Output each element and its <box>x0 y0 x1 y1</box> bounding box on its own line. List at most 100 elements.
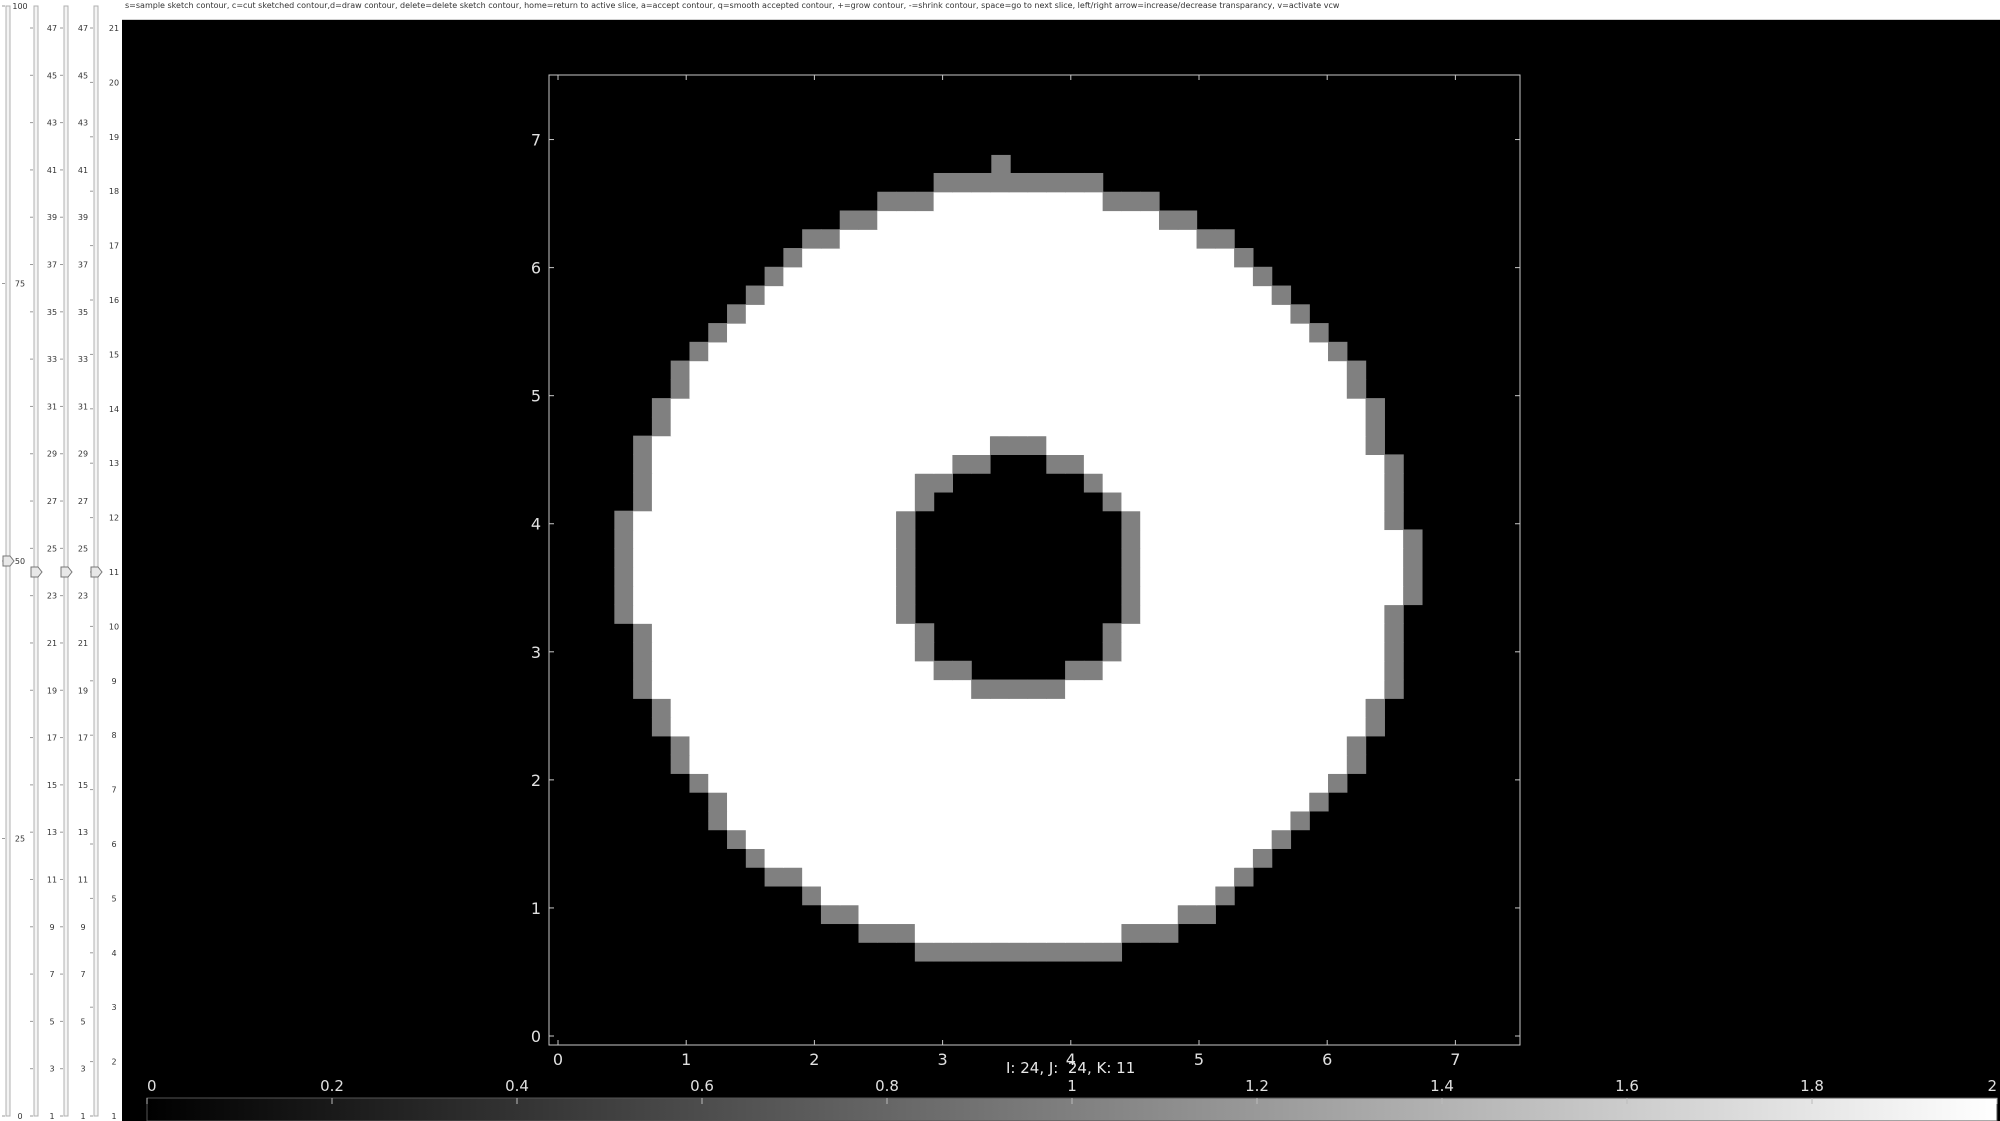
ring-pixel <box>1252 379 1273 399</box>
ring-pixel <box>1121 248 1141 268</box>
ring-pixel <box>971 810 991 831</box>
ring-pixel <box>1328 473 1348 493</box>
contour-pixel <box>689 341 709 362</box>
contour-pixel <box>1403 566 1423 587</box>
ring-pixel <box>1008 341 1029 362</box>
contour-pixel <box>651 717 672 737</box>
image-viewer[interactable]: 0 1 2 3 4 5 6 7 0 1 2 3 4 5 6 7 0 0.2 0.4 0.6 0.8 1 1.2 1.4 1.6 1… <box>122 20 2000 1121</box>
y-tick-label: 4 <box>531 515 541 534</box>
ring-pixel <box>1252 698 1273 718</box>
ring-pixel <box>764 398 784 418</box>
ring-pixel <box>839 266 860 287</box>
ring-pixel <box>858 792 878 812</box>
ring-pixel <box>745 416 766 437</box>
ring-pixel <box>1102 266 1123 287</box>
ring-pixel <box>839 885 860 906</box>
slider-rail-slice[interactable] <box>93 5 99 1117</box>
slider-tick-label: 39 <box>47 213 57 222</box>
ring-pixel <box>1252 360 1273 380</box>
ring-pixel <box>877 435 897 455</box>
slider-handle-window-b[interactable] <box>60 566 73 578</box>
ring-pixel <box>783 285 803 305</box>
ring-pixel <box>1290 754 1310 774</box>
ring-pixel <box>1008 285 1029 305</box>
ring-pixel <box>1328 529 1348 549</box>
ring-pixel <box>1290 623 1310 643</box>
ring-pixel <box>802 810 822 831</box>
ring-pixel <box>1309 717 1329 737</box>
ring-pixel <box>1309 585 1329 606</box>
ring-pixel <box>1140 754 1160 774</box>
ring-pixel <box>1234 735 1254 756</box>
ring-pixel <box>1234 304 1254 324</box>
ring-pixel <box>727 604 747 624</box>
slider-tick-label: 31 <box>47 402 57 411</box>
ring-pixel <box>1102 210 1123 230</box>
contour-pixel <box>933 172 954 193</box>
ring-pixel <box>820 848 841 868</box>
ring-pixel <box>1177 773 1198 793</box>
ring-pixel <box>1346 435 1367 455</box>
slider-panel: 100 75 50 25 0 47 45 43 41 39 37 35 33 31 29 27 25 23 21 19… <box>0 0 122 1121</box>
ring-pixel <box>971 360 991 380</box>
contour-pixel <box>1158 923 1179 943</box>
contour-pixel <box>633 435 653 455</box>
colorbar-tick-label: 2 <box>1987 1077 1997 1095</box>
contour-pixel <box>802 885 822 906</box>
ring-pixel <box>764 473 784 493</box>
ring-pixel <box>933 698 954 718</box>
ring-pixel <box>1140 323 1160 343</box>
contour-pixel <box>764 266 784 287</box>
slider-tick-label: 11 <box>78 875 88 884</box>
ring-pixel <box>1177 642 1198 662</box>
slider-handle-transparency[interactable] <box>2 555 15 567</box>
ring-pixel <box>1177 566 1198 587</box>
ring-pixel <box>877 679 897 699</box>
ring-pixel <box>1008 754 1029 774</box>
ring-pixel <box>1102 454 1123 474</box>
ring-pixel <box>914 717 935 737</box>
ring-pixel <box>708 604 728 624</box>
slider-rail-window-a[interactable] <box>33 5 39 1117</box>
ring-pixel <box>820 491 841 512</box>
ring-pixel <box>989 773 1010 793</box>
ring-pixel <box>1121 285 1141 305</box>
ring-pixel <box>914 735 935 756</box>
colorbar-tick-label: 0.8 <box>875 1077 899 1095</box>
contour-pixel <box>1065 454 1085 474</box>
ring-pixel <box>1177 754 1198 774</box>
ring-pixel <box>1196 304 1216 324</box>
ring-pixel <box>1008 923 1029 943</box>
ring-pixel <box>877 848 897 868</box>
ring-pixel <box>745 698 766 718</box>
contour-pixel <box>1252 266 1273 287</box>
contour-pixel <box>1008 942 1029 962</box>
ring-pixel <box>933 904 954 925</box>
ring-pixel <box>708 773 728 793</box>
ring-pixel <box>952 717 972 737</box>
ring-pixel <box>1309 510 1329 531</box>
slider-handle-window-a[interactable] <box>30 566 43 578</box>
ring-pixel <box>745 491 766 512</box>
ring-pixel <box>1027 229 1047 249</box>
ring-pixel <box>1234 454 1254 474</box>
ring-pixel <box>896 304 916 324</box>
slider-rail-window-b[interactable] <box>63 5 69 1117</box>
contour-pixel <box>708 810 728 831</box>
ring-pixel <box>708 548 728 568</box>
ring-pixel <box>1158 510 1179 531</box>
ring-pixel <box>1365 623 1385 643</box>
ring-pixel <box>896 848 916 868</box>
ring-pixel <box>1158 473 1179 493</box>
slice-plot[interactable]: 0 1 2 3 4 5 6 7012345670 0.2 0.4 0.6 0.8 1 1.2 1.4 1.6 1… <box>122 20 2000 1121</box>
slider-handle-slice[interactable] <box>90 566 103 578</box>
ring-pixel <box>1290 698 1310 718</box>
ring-pixel <box>1046 792 1066 812</box>
ring-pixel <box>820 341 841 362</box>
ring-pixel <box>1271 773 1292 793</box>
ring-pixel <box>1008 304 1029 324</box>
ring-pixel <box>651 473 672 493</box>
ring-pixel <box>1234 698 1254 718</box>
ring-pixel <box>1328 398 1348 418</box>
ring-pixel <box>1215 717 1235 737</box>
